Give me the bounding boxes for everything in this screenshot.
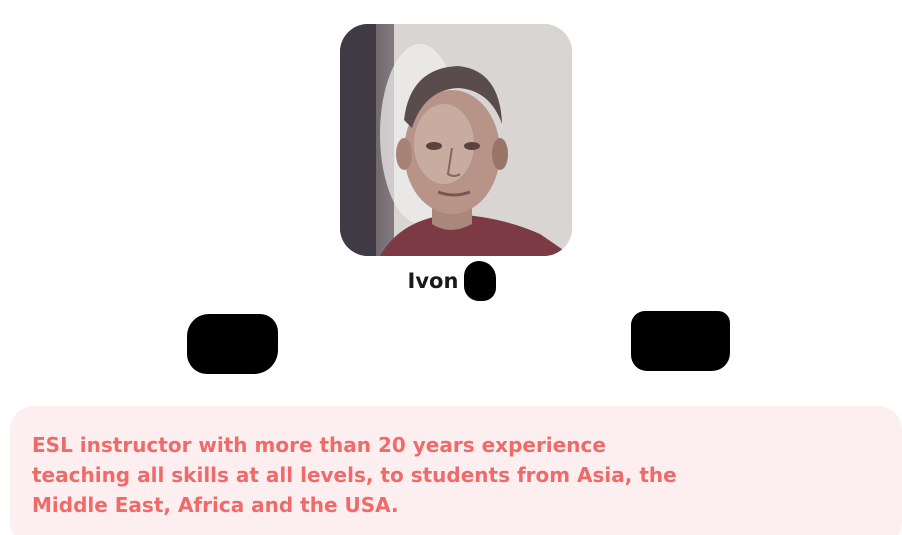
redacted-detail-right — [631, 311, 730, 371]
avatar — [340, 24, 572, 256]
redacted-surname — [464, 261, 497, 301]
tutor-profile-card: Ivon ESL instructor with more than 20 ye… — [0, 0, 902, 535]
profile-photo — [340, 24, 572, 256]
bio-text: ESL instructor with more than 20 years e… — [32, 433, 677, 517]
tutor-name: Ivon — [407, 269, 459, 293]
name-row: Ivon — [0, 261, 902, 301]
redacted-detail-left — [187, 314, 278, 374]
bio-panel: ESL instructor with more than 20 years e… — [10, 406, 902, 535]
